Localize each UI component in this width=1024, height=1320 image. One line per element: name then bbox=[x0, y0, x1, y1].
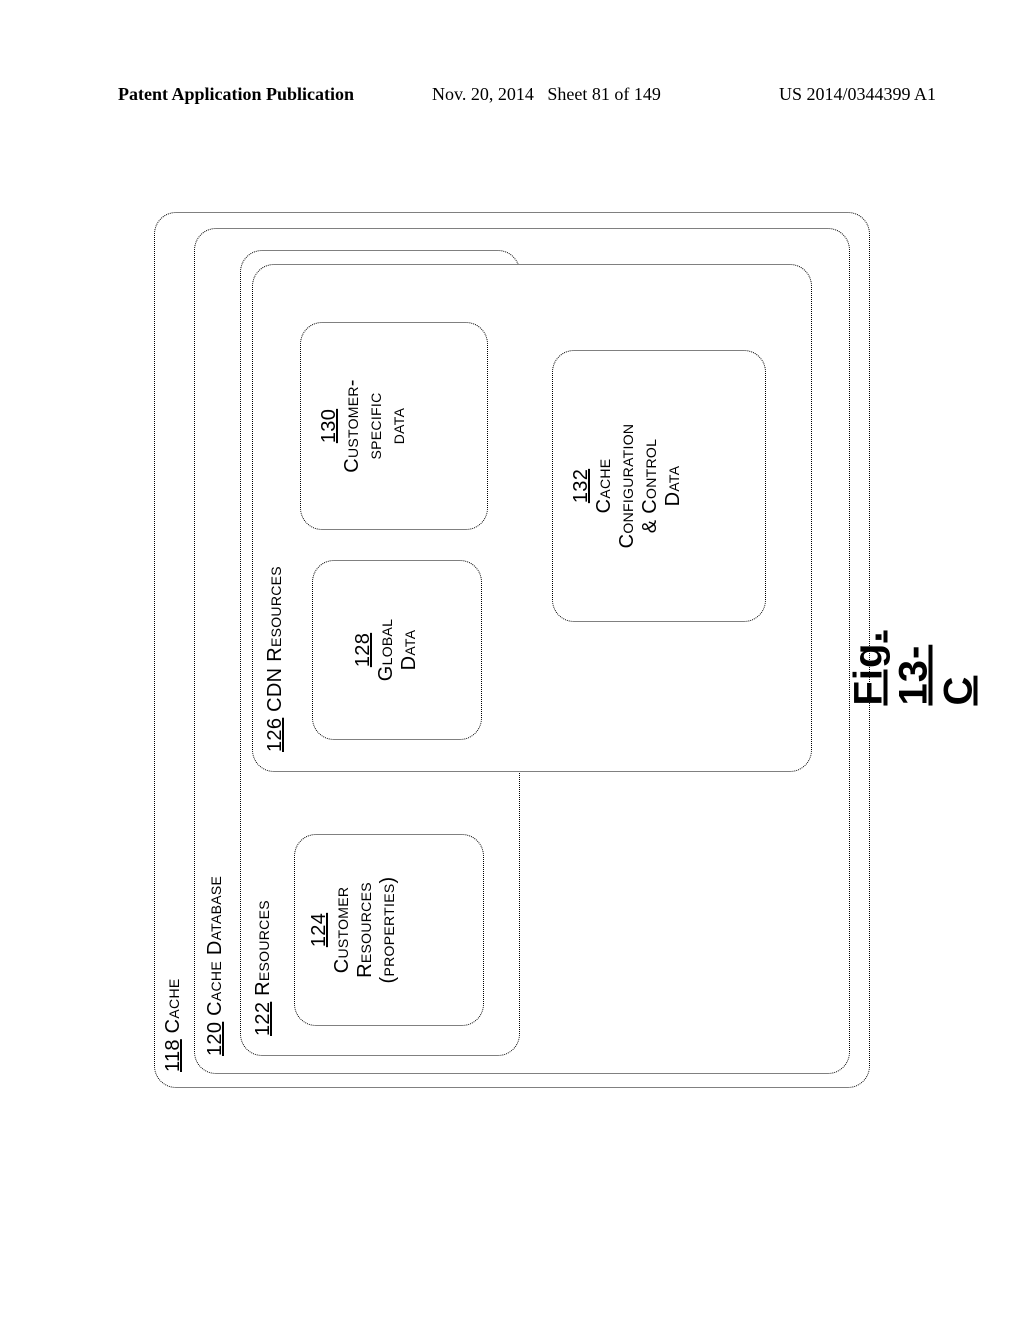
label-cdn-resources: 126 CDN Resources bbox=[264, 566, 287, 752]
figure-caption-wrap: Fig. 13-C bbox=[884, 638, 944, 698]
diagram-rotated: 118 Cache 120 Cache Database 122 Resourc… bbox=[152, 210, 872, 1090]
label-cache-database: 120 Cache Database bbox=[204, 876, 227, 1056]
figure-caption-prefix: Fig. bbox=[847, 630, 891, 705]
label-resources: 122 Resources bbox=[252, 900, 275, 1036]
header-left: Patent Application Publication bbox=[118, 84, 354, 105]
text-resources: Resources bbox=[252, 900, 274, 996]
text-customer: Customer bbox=[331, 834, 354, 1026]
label-customer-specific-data: 130 Customer- specific data bbox=[318, 322, 410, 530]
figure-caption: Fig. 13-C bbox=[847, 630, 982, 705]
text-and-control: & Control bbox=[639, 350, 662, 622]
refnum-132: 132 bbox=[570, 469, 592, 503]
refnum-124: 124 bbox=[308, 913, 330, 947]
label-customer-resources: 124 Customer Resources (properties) bbox=[308, 834, 400, 1026]
text-data-2: data bbox=[387, 322, 410, 530]
page: Patent Application Publication Nov. 20, … bbox=[0, 0, 1024, 1320]
text-cache-2: Cache bbox=[593, 350, 616, 622]
refnum-126: 126 bbox=[264, 718, 286, 752]
label-cache: 118 Cache bbox=[162, 979, 185, 1073]
text-configuration: Configuration bbox=[616, 350, 639, 622]
figure-caption-number: 13-C bbox=[892, 645, 981, 706]
label-cache-config-control: 132 Cache Configuration & Control Data bbox=[570, 350, 685, 622]
refnum-120: 120 bbox=[204, 1022, 226, 1056]
header-right: US 2014/0344399 A1 bbox=[779, 84, 936, 105]
page-header: Patent Application Publication Nov. 20, … bbox=[0, 84, 1024, 114]
text-properties: (properties) bbox=[377, 834, 400, 1026]
header-date: Nov. 20, 2014 bbox=[432, 84, 534, 104]
text-data-1: Data bbox=[398, 560, 421, 740]
header-sheet: Sheet 81 of 149 bbox=[547, 84, 660, 104]
label-global-data: 128 Global Data bbox=[352, 560, 421, 740]
text-customer-hyph: Customer- bbox=[341, 322, 364, 530]
text-cache: Cache bbox=[162, 979, 184, 1034]
text-cdn-resources: CDN Resources bbox=[264, 566, 286, 712]
refnum-130: 130 bbox=[318, 409, 340, 443]
text-specific: specific bbox=[364, 322, 387, 530]
text-cache-database: Cache Database bbox=[204, 876, 226, 1016]
header-mid: Nov. 20, 2014 Sheet 81 of 149 bbox=[432, 84, 661, 105]
text-global: Global bbox=[375, 560, 398, 740]
refnum-122: 122 bbox=[252, 1002, 274, 1036]
text-resources-2: Resources bbox=[354, 834, 377, 1026]
text-data-3: Data bbox=[662, 350, 685, 622]
diagram-canvas: 118 Cache 120 Cache Database 122 Resourc… bbox=[152, 210, 872, 1090]
refnum-118: 118 bbox=[162, 1039, 184, 1072]
refnum-128: 128 bbox=[352, 633, 374, 667]
